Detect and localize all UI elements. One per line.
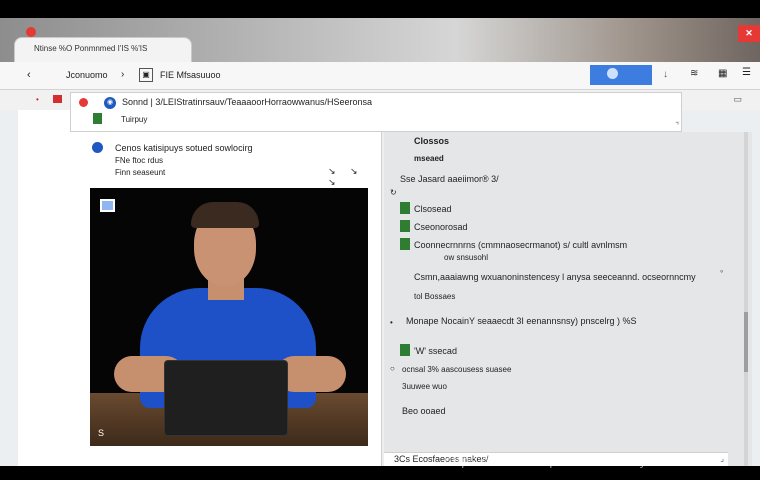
right-item-3[interactable]: Coonnecrnnrns (cmmnaosecrmanot) s/ cultl… [414, 240, 627, 250]
radio-icon[interactable]: ○ [390, 364, 395, 373]
link-icon[interactable]: ↻ [390, 188, 397, 197]
profile-button[interactable] [590, 65, 652, 85]
sheet-icon [400, 238, 410, 250]
sheet-icon [400, 220, 410, 232]
main-line-2: FNe ftoc rdus [115, 156, 164, 165]
photo-person-hair [191, 202, 259, 228]
bookmark-dot-icon[interactable]: • [36, 95, 39, 104]
main-line-1: Cenos katisipuys sotued sowlocirg [115, 143, 253, 153]
hero-photo: S [90, 188, 368, 446]
bookmark-icon[interactable] [53, 95, 62, 103]
main-content: Cenos katisipuys sotued sowlocirg FNe ft… [70, 132, 382, 466]
menu-icon[interactable]: ☰ [742, 67, 751, 78]
sheet-icon [400, 202, 410, 214]
right-panel: Clossos mseaed Sse Jasard aaeiimor® 3/ ↻… [384, 132, 752, 466]
chevron-right-icon: › [121, 69, 125, 80]
screen: Ntinse %O Ponmnmed I'IS %'IS ✕ ‹ Jconuom… [0, 18, 760, 466]
pin-icon[interactable]: • [390, 318, 393, 327]
tab-strip: Ntinse %O Ponmnmed I'IS %'IS ✕ [0, 18, 760, 63]
right-item-1[interactable]: Clsosead [414, 204, 452, 214]
page-icon[interactable]: ▣ [139, 68, 153, 82]
address-bar[interactable]: FIE Mfsasuuoo [160, 70, 221, 80]
browser-toolbar: ‹ Jconuomo › ▣ FIE Mfsasuuoo ↓ ≋ ▦ ☰ [0, 62, 760, 90]
right-sub-4: ocnsal 3% aascousess suasee [402, 365, 512, 374]
main-line-3: Finn seaseunt [115, 168, 166, 177]
globe-icon: ◉ [104, 97, 116, 109]
tab-title: Ntinse %O Ponmnmed I'IS %'IS [34, 44, 148, 53]
address-dropdown: ◉ Sonnd | 3/LEIStratinrsauv/TeaaaoorHorr… [70, 92, 682, 132]
right-sub-5: 3uuwee wuo [402, 382, 447, 391]
wifi-icon[interactable]: ≋ [690, 68, 698, 79]
right-item-2[interactable]: Cseonorosad [414, 222, 468, 232]
download-icon[interactable]: ↓ [663, 69, 668, 80]
right-small-1: tol Bossaes [414, 292, 456, 301]
extensions-icon[interactable]: ▦ [718, 68, 727, 79]
right-item-3-sub: ow snsusohl [444, 253, 489, 262]
site-label[interactable]: Jconuomo [66, 70, 108, 80]
expand-arrows-icon[interactable]: ↘ ↘ ↘ [328, 166, 381, 188]
browser-logo-icon [26, 27, 36, 37]
right-item-4[interactable]: 'W' ssecad [414, 346, 457, 356]
scrollbar-thumb[interactable] [744, 312, 748, 372]
watermark-text: https://xn--o80bp9mc8ck3iTSy.net [444, 452, 672, 468]
image-icon [100, 199, 115, 212]
left-gutter [18, 110, 70, 466]
sheet-icon [93, 113, 102, 124]
right-label-2: Monape NocainY seaaecdt 3I eenannsnsy) p… [406, 316, 637, 326]
corner-icon: ⌝ [675, 121, 679, 130]
sheet-icon [400, 344, 410, 356]
scrollbar-track[interactable] [744, 132, 748, 466]
right-label-1: Sse Jasard aaeiimor® 3/ [400, 174, 499, 184]
right-heading-2: mseaed [414, 154, 444, 163]
back-arrow-icon[interactable]: ‹ [27, 69, 31, 81]
close-window-icon[interactable]: ✕ [738, 25, 760, 42]
right-small-2: Beo ooaed [402, 406, 446, 416]
photo-laptop [164, 360, 288, 436]
info-icon[interactable]: ◦ [720, 266, 723, 276]
right-heading-1: Clossos [414, 136, 450, 146]
globe-icon [92, 142, 103, 153]
right-long-line: Csmn,aaaiawng wxuanoninstencesy l anysa … [414, 272, 696, 282]
resize-icon[interactable]: ⌟ [720, 454, 724, 463]
favicon-icon [79, 98, 88, 107]
dropdown-sub[interactable]: Tuirpuy [121, 115, 147, 124]
dropdown-url[interactable]: Sonnd | 3/LEIStratinrsauv/TeaaaoorHorrao… [122, 97, 372, 107]
photo-badge: S [98, 428, 105, 438]
overflow-icon[interactable]: ▭ [733, 94, 742, 105]
profile-icon [607, 68, 618, 79]
